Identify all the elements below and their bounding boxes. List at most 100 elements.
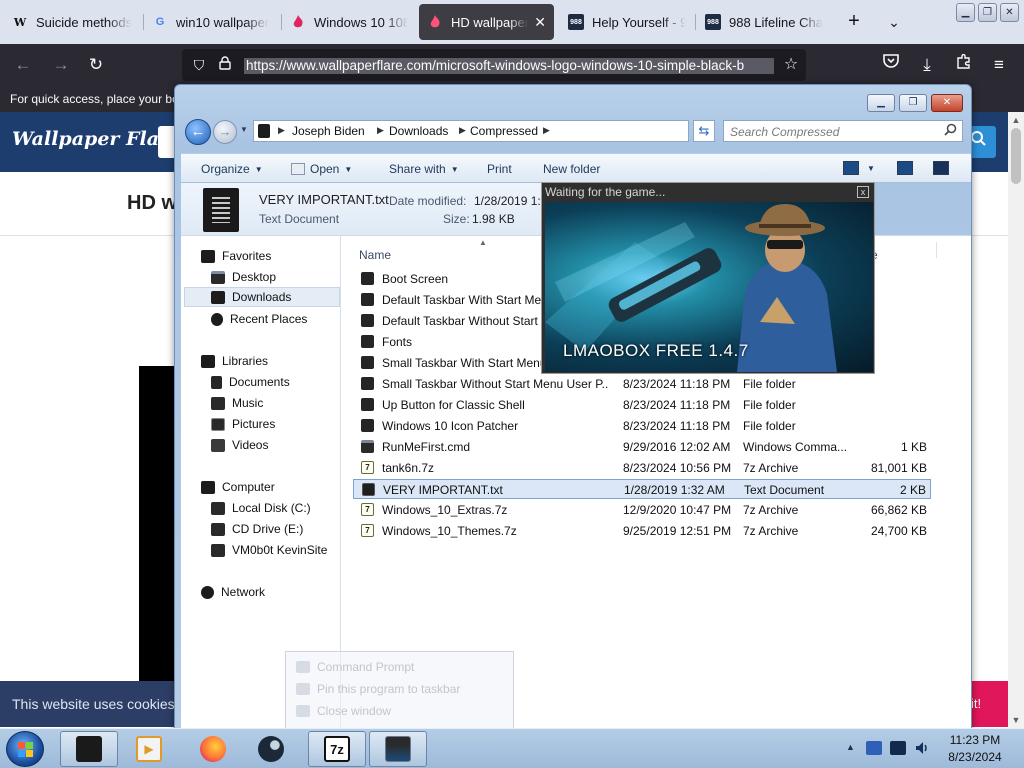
shield-icon[interactable]: ⛉: [188, 54, 210, 76]
nav-libraries[interactable]: Libraries: [201, 351, 268, 371]
tab-list-chevron-icon[interactable]: ⌄: [884, 10, 904, 34]
recent-pages-chevron-icon[interactable]: ▼: [240, 125, 248, 134]
scroll-down-arrow-icon[interactable]: ▼: [1008, 712, 1024, 728]
preview-pane-icon[interactable]: [897, 161, 913, 175]
nav-vm0b0t-kevinsite[interactable]: VM0b0t KevinSite: [211, 540, 327, 560]
clock-time[interactable]: 11:23 PM: [940, 733, 1010, 747]
tab-suicide-methods[interactable]: W Suicide methods: [4, 4, 142, 40]
popup-close-button[interactable]: x: [857, 186, 869, 198]
breadcrumb-arrow-icon[interactable]: ▶: [278, 125, 285, 136]
column-divider[interactable]: [936, 242, 937, 258]
nav-favorites[interactable]: Favorites: [201, 246, 271, 266]
tray-app-icon[interactable]: [866, 741, 882, 755]
jumplist-close-window[interactable]: Close window: [296, 704, 391, 718]
address-bar[interactable]: ▶ Joseph Biden ▶ Downloads ▶ Compressed …: [253, 120, 758, 142]
breadcrumb-downloads[interactable]: Downloads: [389, 124, 448, 138]
change-view-icon[interactable]: [843, 161, 859, 175]
file-row[interactable]: RunMeFirst.cmd 9/29/2016 12:02 AM Windows …: [353, 437, 931, 457]
nav-videos[interactable]: Videos: [211, 435, 268, 455]
open-button[interactable]: Open ▼: [291, 162, 352, 176]
breadcrumb-arrow-icon[interactable]: ▶: [377, 125, 384, 136]
print-button[interactable]: Print: [487, 162, 512, 176]
nav-pictures[interactable]: Pictures: [211, 414, 275, 434]
nav-local-disk-c[interactable]: Local Disk (C:): [211, 498, 311, 518]
new-folder-button[interactable]: New folder: [543, 162, 600, 176]
site-logo[interactable]: Wallpaper Flare: [12, 128, 181, 150]
view-options-chevron-icon[interactable]: ▼: [867, 164, 875, 173]
search-icon[interactable]: [944, 123, 957, 139]
file-row[interactable]: Up Button for Classic Shell 8/23/2024 11:…: [353, 395, 931, 415]
start-button[interactable]: [6, 731, 44, 767]
browser-close-button[interactable]: ✕: [1000, 3, 1019, 22]
tab-windows10-1080[interactable]: Windows 10 1080: [282, 4, 416, 40]
explorer-close-button[interactable]: ✕: [931, 94, 963, 112]
extensions-icon[interactable]: [952, 53, 974, 76]
help-icon[interactable]: [933, 161, 949, 175]
file-row[interactable]: VERY IMPORTANT.txt 1/28/2019 1:32 AM Text …: [353, 479, 931, 499]
tab-win10-wallpaper[interactable]: G win10 wallpaper: [144, 4, 280, 40]
file-row[interactable]: Windows 10 Icon Patcher 8/23/2024 11:18 P…: [353, 416, 931, 436]
nav-network[interactable]: Network: [201, 582, 265, 602]
tab-label: 988 Lifeline Chat a: [729, 14, 823, 30]
volume-tray-icon[interactable]: [914, 741, 930, 755]
taskbar-steam[interactable]: [242, 731, 300, 767]
network-tray-icon[interactable]: [890, 741, 906, 755]
nav-cd-drive-e[interactable]: CD Drive (E:): [211, 519, 303, 539]
file-row[interactable]: 7 Windows_10_Themes.7z 9/25/2019 12:51 PM 7…: [353, 521, 931, 541]
reload-icon[interactable]: ↻: [85, 54, 107, 76]
nav-downloads[interactable]: Downloads: [184, 287, 340, 307]
file-type: 7z Archive: [743, 524, 799, 538]
back-button[interactable]: ←: [185, 119, 211, 145]
breadcrumb-compressed[interactable]: Compressed: [470, 124, 538, 138]
nav-music[interactable]: Music: [211, 393, 263, 413]
tab-help-yourself[interactable]: 988 Help Yourself - 98: [560, 4, 694, 40]
tab-hd-wallpaper[interactable]: HD wallpaper: Mi ✕: [419, 4, 554, 40]
documents-icon: [211, 375, 222, 389]
taskbar-media-player[interactable]: ▶: [120, 731, 178, 767]
explorer-maximize-button[interactable]: ❐: [899, 94, 927, 112]
nav-desktop[interactable]: Desktop: [211, 267, 276, 287]
taskbar-firefox[interactable]: [184, 731, 242, 767]
column-header-name[interactable]: Name: [359, 248, 391, 262]
jumplist-command-prompt[interactable]: Command Prompt: [296, 660, 414, 674]
scroll-up-arrow-icon[interactable]: ▲: [1008, 112, 1024, 128]
taskbar-command-prompt[interactable]: [369, 731, 427, 767]
share-with-button[interactable]: Share with ▼: [389, 162, 459, 176]
cookie-accept-button[interactable]: it!: [968, 681, 1008, 727]
tab-close-icon[interactable]: ✕: [528, 14, 546, 31]
taskbar-explorer[interactable]: [60, 731, 118, 767]
url-text[interactable]: https://www.wallpaperflare.com/microsoft…: [244, 58, 774, 74]
tab-988-lifeline-chat[interactable]: 988 988 Lifeline Chat a: [697, 4, 831, 40]
pocket-icon[interactable]: [880, 54, 902, 76]
nav-recent-places[interactable]: Recent Places: [211, 309, 307, 329]
jumplist-pin-to-taskbar[interactable]: Pin this program to taskbar: [296, 682, 460, 696]
browser-minimize-button[interactable]: ▁: [956, 3, 975, 22]
explorer-minimize-button[interactable]: ▁: [867, 94, 895, 112]
url-bar[interactable]: ⛉ https://www.wallpaperflare.com/microso…: [182, 49, 806, 81]
show-hidden-icons-chevron-icon[interactable]: ▲: [846, 742, 855, 752]
scrollbar-thumb[interactable]: [1011, 128, 1021, 184]
breadcrumb-joseph-biden[interactable]: Joseph Biden: [292, 124, 365, 138]
lock-icon[interactable]: [214, 54, 236, 76]
back-arrow-icon[interactable]: ←: [12, 54, 34, 76]
forward-arrow-icon[interactable]: →: [50, 54, 72, 76]
breadcrumb-arrow-icon[interactable]: ▶: [543, 125, 550, 136]
file-row[interactable]: Small Taskbar Without Start Menu User P.…: [353, 374, 931, 394]
hamburger-menu-icon[interactable]: ≡: [988, 54, 1010, 76]
browser-restore-button[interactable]: ❐: [978, 3, 997, 22]
file-row[interactable]: 7 Windows_10_Extras.7z 12/9/2020 10:47 PM 7…: [353, 500, 931, 520]
page-scrollbar[interactable]: ▲ ▼: [1008, 112, 1024, 728]
nav-computer[interactable]: Computer: [201, 477, 275, 497]
bookmark-star-icon[interactable]: ☆: [780, 54, 802, 76]
nav-documents[interactable]: Documents: [211, 372, 290, 392]
search-compressed-input[interactable]: Search Compressed: [723, 120, 963, 142]
refresh-button[interactable]: ⇆: [693, 120, 715, 142]
new-tab-button[interactable]: +: [842, 10, 866, 34]
forward-button[interactable]: →: [213, 120, 237, 144]
downloads-icon[interactable]: ⤓: [916, 54, 938, 76]
organize-button[interactable]: Organize ▼: [201, 162, 263, 176]
file-row[interactable]: 7 tank6n.7z 8/23/2024 10:56 PM 7z Archive 81…: [353, 458, 931, 478]
taskbar-7zip[interactable]: 7z: [308, 731, 366, 767]
breadcrumb-arrow-icon[interactable]: ▶: [459, 125, 466, 136]
clock-date[interactable]: 8/23/2024: [940, 750, 1010, 764]
